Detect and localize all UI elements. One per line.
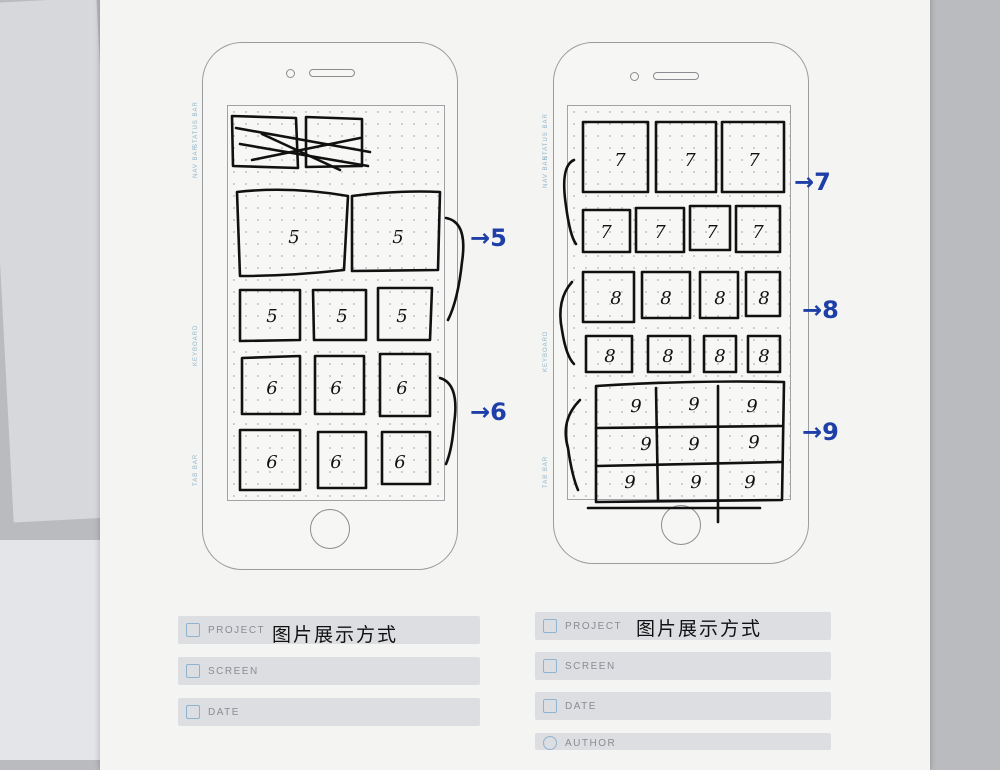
form-label: AUTHOR [565,738,617,749]
form-label: SCREEN [565,660,616,672]
phone-screen-right [567,105,791,500]
phone-camera-icon [630,72,639,81]
book-icon [543,659,557,673]
form-value-project: 图片展示方式 [272,624,399,646]
form-row-screen: SCREEN [178,657,480,685]
form-label: SCREEN [208,665,259,677]
side-label-keyboard: KEYBOARD [193,324,199,366]
form-row-date: DATE [535,692,831,720]
side-label-tab-bar: TAB BAR [193,453,199,486]
form-label: PROJECT [565,620,623,632]
form-label: PROJECT [208,624,266,636]
side-label-nav-bar: NAV BAR [543,155,549,188]
form-label: DATE [208,706,240,718]
calendar-icon [543,699,557,713]
side-label-tab-bar: TAB BAR [543,455,549,488]
phone-speaker [309,69,355,77]
phone-speaker [653,72,699,80]
side-label-status-bar: STATUS BAR [543,113,549,160]
side-label-nav-bar: NAV BAR [193,145,199,178]
phone-screen-left [227,105,445,501]
calendar-icon [186,705,200,719]
home-button-icon [310,509,350,549]
calendar-icon [543,619,557,633]
phone-camera-icon [286,69,295,78]
calendar-icon [186,623,200,637]
form-value-project: 图片展示方式 [636,618,763,640]
form-row-date: DATE [178,698,480,726]
form-row-screen: SCREEN [535,652,831,680]
form-label: DATE [565,700,597,712]
person-icon [543,736,557,750]
book-icon [186,664,200,678]
side-label-keyboard: KEYBOARD [543,330,549,372]
side-label-status-bar: STATUS BAR [193,101,199,148]
home-button-icon [661,505,701,545]
form-row-author: AUTHOR [535,733,831,750]
